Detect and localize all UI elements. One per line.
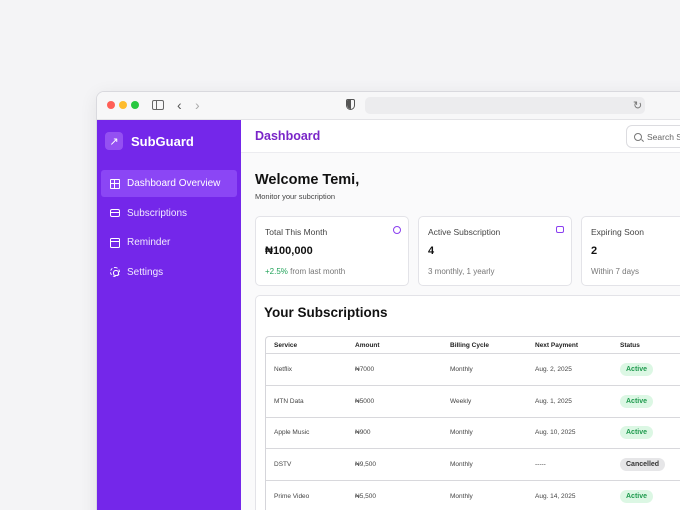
sidebar-item-dashboard-overview[interactable]: Dashboard Overview <box>101 170 237 197</box>
column-header: Billing Cycle <box>450 341 490 349</box>
gear-icon <box>110 267 120 277</box>
service-cell: Apple Music <box>274 429 310 437</box>
card-note: Within 7 days <box>591 267 640 276</box>
next-payment-cell: Aug. 10, 2025 <box>535 429 576 437</box>
card-icon <box>110 209 120 217</box>
main-content: Dashboard Search Su Welcome Temi, Monito… <box>241 120 680 510</box>
brand-name: SubGuard <box>131 133 194 149</box>
amount-cell: ₦9,500 <box>355 461 376 469</box>
card-value: 4 <box>428 245 435 257</box>
table-row[interactable]: Prime Video ₦5,500 Monthly Aug. 14, 2025… <box>266 481 680 510</box>
sidebar-item-label: Dashboard Overview <box>127 178 221 189</box>
amount-cell: ₦5000 <box>355 397 375 405</box>
service-cell: DSTV <box>274 461 292 469</box>
browser-window: ‹ › ↻ ↗ SubGuard Dashboard Overview Subs… <box>96 91 680 510</box>
status-badge: Cancelled <box>620 458 666 472</box>
total-this-month-card: Total This Month ₦100,000 +2.5% from las… <box>255 216 409 286</box>
sidebar-nav: Dashboard Overview Subscriptions Reminde… <box>101 170 237 288</box>
welcome-subtitle: Monitor your subcription <box>255 192 336 201</box>
card-label: Active Subscription <box>428 227 501 237</box>
column-header: Next Payment <box>535 341 578 349</box>
expiring-soon-card: Expiring Soon 2 Within 7 days <box>581 216 680 286</box>
brand: ↗ SubGuard <box>105 132 194 150</box>
card-value: 2 <box>591 245 598 257</box>
reload-icon[interactable]: ↻ <box>633 99 642 112</box>
back-arrow-icon[interactable]: ‹ <box>177 97 182 113</box>
trend-up-icon: ↗ <box>105 132 123 150</box>
welcome-title: Welcome Temi, <box>255 172 360 188</box>
table-row[interactable]: DSTV ₦9,500 Monthly ----- Cancelled <box>266 449 680 482</box>
billing-cycle-cell: Monthly <box>450 365 473 373</box>
card-label: Total This Month <box>265 227 328 237</box>
status-badge: Active <box>620 362 654 376</box>
search-input[interactable]: Search Su <box>626 125 680 148</box>
card-value: ₦100,000 <box>265 245 313 257</box>
page-title: Dashboard <box>255 129 321 143</box>
next-payment-cell: ----- <box>535 461 546 469</box>
card-icon <box>556 226 564 233</box>
sidebar: ↗ SubGuard Dashboard Overview Subscripti… <box>97 120 241 510</box>
amount-cell: ₦5,500 <box>355 493 376 501</box>
status-badge: Active <box>620 426 654 440</box>
table-header: Service Amount Billing Cycle Next Paymen… <box>266 337 680 354</box>
service-cell: MTN Data <box>274 397 304 405</box>
table-row[interactable]: Apple Music ₦900 Monthly Aug. 10, 2025 A… <box>266 418 680 450</box>
billing-cycle-cell: Weekly <box>450 397 472 405</box>
forward-arrow-icon[interactable]: › <box>195 97 200 113</box>
grid-icon <box>110 178 120 189</box>
billing-cycle-cell: Monthly <box>450 429 473 437</box>
sidebar-item-settings[interactable]: Settings <box>101 259 237 286</box>
search-placeholder: Search Su <box>647 131 680 142</box>
calendar-icon <box>110 237 120 248</box>
sidebar-item-reminder[interactable]: Reminder <box>101 229 237 256</box>
card-note-text: from last month <box>287 267 346 276</box>
address-bar[interactable] <box>365 97 645 114</box>
next-payment-cell: Aug. 1, 2025 <box>535 397 572 405</box>
shield-icon[interactable] <box>346 99 355 110</box>
column-header: Status <box>620 341 640 349</box>
amount-cell: ₦7000 <box>355 365 375 373</box>
table-row[interactable]: Netflix ₦7000 Monthly Aug. 2, 2025 Activ… <box>266 354 680 386</box>
sidebar-item-label: Subscriptions <box>127 207 188 219</box>
active-subscription-card: Active Subscription 4 3 monthly, 1 yearl… <box>418 216 572 286</box>
sidebar-item-label: Reminder <box>127 237 171 248</box>
currency-icon <box>393 226 401 234</box>
billing-cycle-cell: Monthly <box>450 461 473 469</box>
table-row[interactable]: MTN Data ₦5000 Weekly Aug. 1, 2025 Activ… <box>266 386 680 418</box>
billing-cycle-cell: Monthly <box>450 493 473 501</box>
next-payment-cell: Aug. 14, 2025 <box>535 493 576 501</box>
topbar: Dashboard Search Su <box>241 120 680 153</box>
subscriptions-table: Service Amount Billing Cycle Next Paymen… <box>265 336 680 510</box>
card-note: +2.5% from last month <box>265 267 345 276</box>
card-note: 3 monthly, 1 yearly <box>428 267 495 276</box>
next-payment-cell: Aug. 2, 2025 <box>535 365 572 373</box>
subscriptions-title: Your Subscriptions <box>264 305 388 320</box>
subscriptions-panel: Your Subscriptions Service Amount Billin… <box>255 295 680 510</box>
browser-toolbar: ‹ › ↻ <box>97 92 680 120</box>
column-header: Service <box>274 341 298 349</box>
sidebar-toggle-icon[interactable] <box>152 100 164 110</box>
service-cell: Prime Video <box>274 493 310 501</box>
sidebar-item-subscriptions[interactable]: Subscriptions <box>101 200 237 227</box>
status-badge: Active <box>620 490 654 504</box>
growth-percent: +2.5% <box>265 267 288 276</box>
minimize-window-button[interactable] <box>119 101 127 109</box>
column-header: Amount <box>355 341 380 349</box>
card-label: Expiring Soon <box>591 227 644 237</box>
amount-cell: ₦900 <box>355 429 371 437</box>
service-cell: Netflix <box>274 365 293 373</box>
status-badge: Active <box>620 394 654 408</box>
close-window-button[interactable] <box>107 101 115 109</box>
search-icon <box>634 132 642 141</box>
maximize-window-button[interactable] <box>131 101 139 109</box>
sidebar-item-label: Settings <box>127 266 164 278</box>
